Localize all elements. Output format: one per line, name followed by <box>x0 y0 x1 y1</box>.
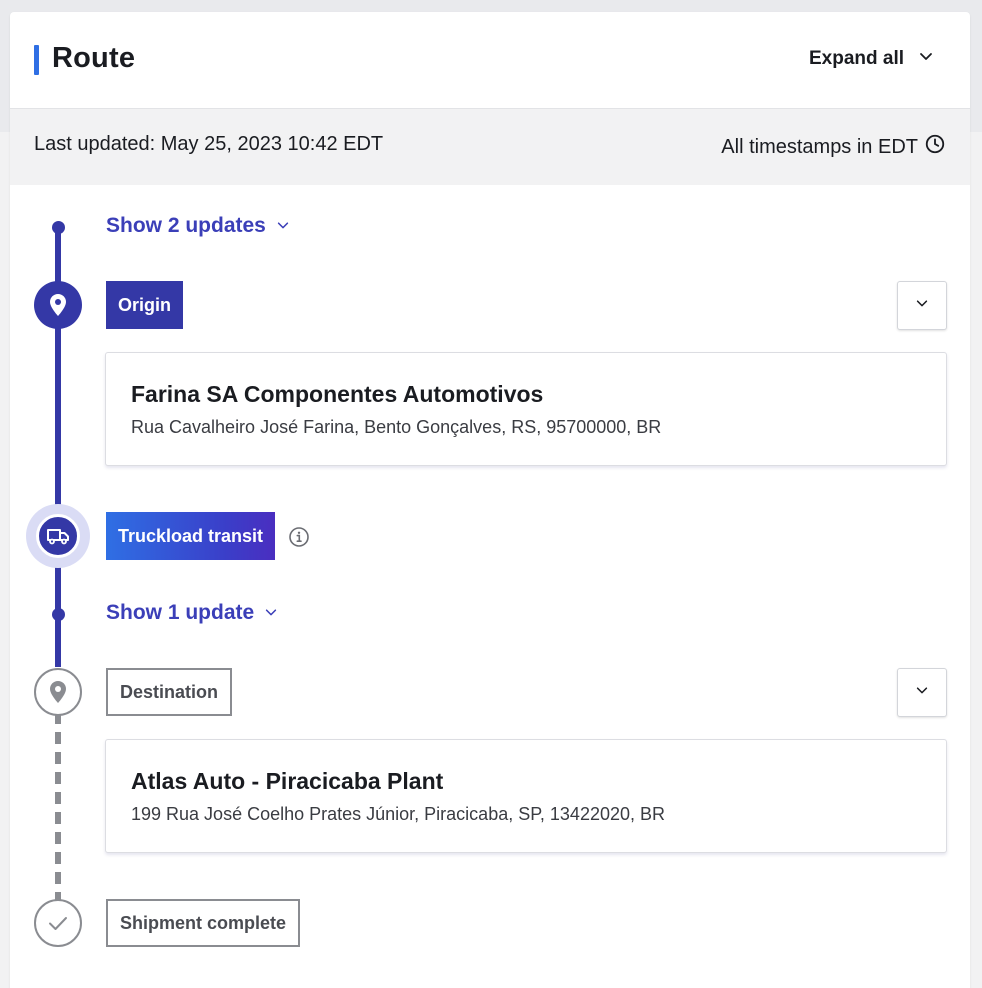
show-updates-label: Show 2 updates <box>106 214 266 237</box>
last-updated-text: Last updated: May 25, 2023 10:42 EDT <box>34 133 384 155</box>
show-updates-button[interactable]: Show 2 updates <box>106 214 290 238</box>
show-updates-button[interactable]: Show 1 update <box>106 601 278 625</box>
expand-all-button[interactable]: Expand all <box>809 48 934 70</box>
transit-tag: Truckload transit <box>106 512 276 560</box>
destination-address-card: Atlas Auto - Piracicaba Plant 199 Rua Jo… <box>105 739 947 853</box>
chevron-down-icon <box>276 214 290 238</box>
destination-address: 199 Rua José Coelho Prates Júnior, Pirac… <box>131 804 666 824</box>
map-pin-icon <box>49 680 67 704</box>
origin-tag: Origin <box>106 281 183 329</box>
origin-name: Farina SA Componentes Automotivos <box>131 381 544 407</box>
transit-node <box>26 504 90 568</box>
shipment-complete-tag: Shipment complete <box>106 899 301 947</box>
timeline-dot <box>52 221 65 234</box>
destination-tag: Destination <box>106 668 233 716</box>
clock-icon <box>924 133 946 161</box>
transit-node-inner <box>36 514 80 558</box>
origin-node <box>34 281 82 329</box>
origin-address: Rua Cavalheiro José Farina, Bento Gonçal… <box>131 417 662 437</box>
chevron-down-icon <box>918 48 934 70</box>
expand-all-label: Expand all <box>808 48 904 69</box>
title-accent-bar <box>34 45 39 75</box>
chevron-down-icon <box>264 601 278 625</box>
chevron-down-icon <box>915 296 929 315</box>
origin-collapse-button[interactable] <box>897 281 947 330</box>
route-card: Route Expand all Last updated: May 25, 2… <box>10 12 970 988</box>
update-info-bar: Last updated: May 25, 2023 10:42 EDT All… <box>10 109 970 185</box>
destination-node <box>34 668 82 716</box>
chevron-down-icon <box>915 683 929 702</box>
destination-name: Atlas Auto - Piracicaba Plant <box>131 768 444 794</box>
timezone-label: All timestamps in EDT <box>721 135 918 158</box>
origin-address-card: Farina SA Componentes Automotivos Rua Ca… <box>105 352 947 466</box>
complete-node <box>34 899 82 947</box>
check-icon <box>47 914 69 932</box>
truck-icon <box>46 527 70 545</box>
route-header: Route Expand all <box>10 12 970 109</box>
timeline-dot <box>52 608 65 621</box>
destination-collapse-button[interactable] <box>897 668 947 717</box>
info-icon[interactable] <box>288 526 310 548</box>
timeline-rail-pending <box>55 712 61 904</box>
show-updates-label: Show 1 update <box>106 601 255 624</box>
page-title: Route <box>52 42 136 74</box>
timezone-note: All timestamps in EDT <box>721 133 946 161</box>
map-pin-icon <box>49 293 67 317</box>
